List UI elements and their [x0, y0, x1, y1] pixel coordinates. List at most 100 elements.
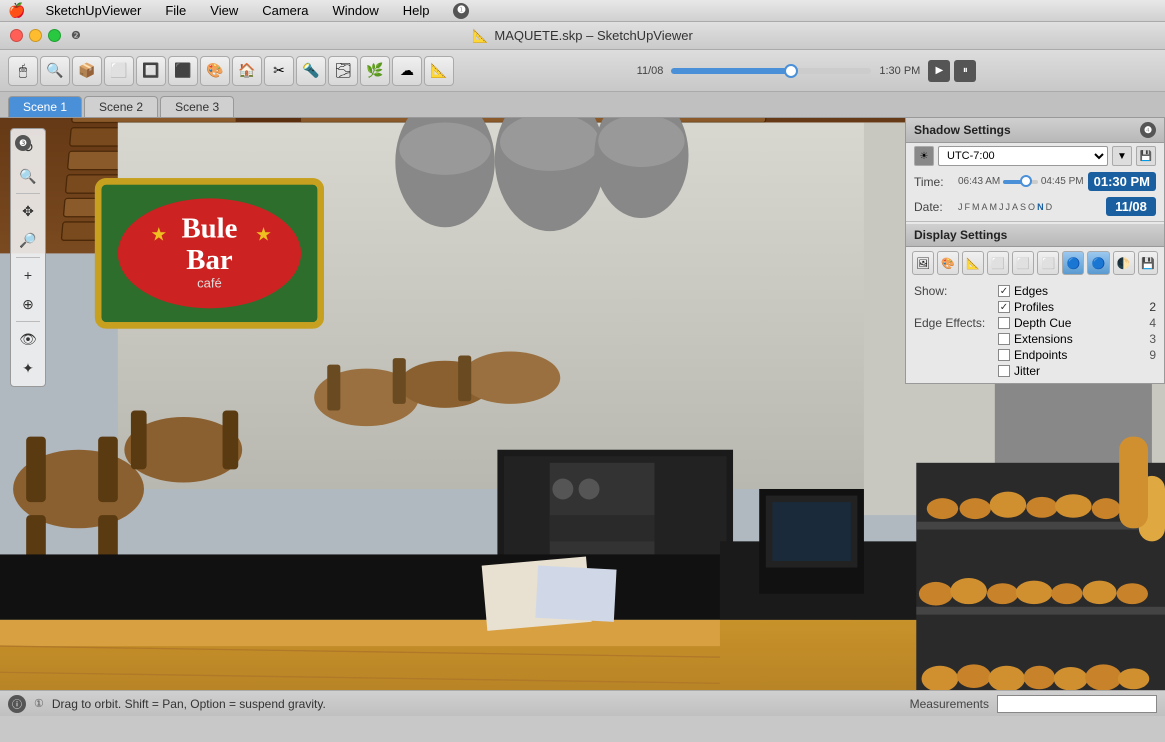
- shadow-save-btn[interactable]: 💾: [1136, 146, 1156, 166]
- depth-cue-row: Edge Effects: Depth Cue 4: [914, 315, 1156, 331]
- display-btn-4[interactable]: ⬜: [1012, 251, 1034, 275]
- shadow-settings-title: Shadow Settings: [914, 123, 1011, 137]
- help-badge-icon: ❶: [453, 3, 469, 19]
- status-bar: ⓘ ① Drag to orbit. Shift = Pan, Option =…: [0, 690, 1165, 716]
- pause-button[interactable]: ⏸: [954, 60, 976, 82]
- shadow-settings-header: Shadow Settings ❹: [906, 118, 1164, 143]
- tool-solid[interactable]: ⬛: [168, 56, 198, 86]
- timezone-select[interactable]: UTC-7:00: [938, 146, 1108, 166]
- timeline-bar[interactable]: [671, 68, 871, 74]
- timeline-handle[interactable]: [784, 64, 798, 78]
- menu-file[interactable]: File: [161, 3, 190, 18]
- display-save-btn[interactable]: 💾: [1138, 251, 1158, 275]
- date-slider[interactable]: J F M A M J J A S O N D: [958, 202, 1102, 212]
- display-btn-2[interactable]: 📐: [962, 251, 984, 275]
- left-toolbar: ↻ ❸ 🔍 ✥ 🔎 + ⊕ 👁 ✦: [10, 128, 46, 387]
- time-slider-thumb[interactable]: [1020, 175, 1032, 187]
- month-M2[interactable]: M: [990, 202, 998, 212]
- toolbar-zoom-tool[interactable]: 🔍: [13, 162, 43, 190]
- depth-cue-checkbox[interactable]: [998, 317, 1010, 329]
- month-S[interactable]: S: [1020, 202, 1026, 212]
- tool-wireframe[interactable]: 🔲: [136, 56, 166, 86]
- profiles-checkbox[interactable]: ✓: [998, 301, 1010, 313]
- toolbar-pan-tool[interactable]: ✥: [13, 197, 43, 225]
- month-J1[interactable]: J: [958, 202, 963, 212]
- window-title: 📐 MAQUETE.skp – SketchUpViewer: [472, 28, 693, 44]
- menu-window[interactable]: Window: [328, 3, 382, 18]
- display-btn-6[interactable]: 🔵: [1062, 251, 1084, 275]
- tool-shadow[interactable]: 🔦: [296, 56, 326, 86]
- tool-axes[interactable]: 📐: [424, 56, 454, 86]
- time-slider[interactable]: 06:43 AM 04:45 PM: [958, 176, 1084, 187]
- tool-home[interactable]: 🏠: [232, 56, 262, 86]
- display-btn-1[interactable]: 🎨: [937, 251, 959, 275]
- month-D[interactable]: D: [1046, 202, 1053, 212]
- svg-text:Bar: Bar: [186, 244, 233, 276]
- tool-ground[interactable]: 🌿: [360, 56, 390, 86]
- month-M1[interactable]: M: [972, 202, 980, 212]
- close-button[interactable]: [10, 29, 23, 42]
- date-value-display[interactable]: 11/08: [1106, 197, 1156, 216]
- display-btn-7[interactable]: 🔵: [1087, 251, 1109, 275]
- time-label: Time:: [914, 175, 954, 189]
- tool-sky[interactable]: ☁: [392, 56, 422, 86]
- endpoints-row: Endpoints 9: [914, 347, 1156, 363]
- month-F[interactable]: F: [965, 202, 971, 212]
- time-value-display[interactable]: 01:30 PM: [1088, 172, 1156, 191]
- month-J2[interactable]: J: [999, 202, 1004, 212]
- tool-textured[interactable]: 🎨: [200, 56, 230, 86]
- tool-section[interactable]: ✂: [264, 56, 294, 86]
- month-A2[interactable]: A: [1012, 202, 1018, 212]
- menu-camera[interactable]: Camera: [258, 3, 312, 18]
- menu-help[interactable]: Help: [399, 3, 434, 18]
- timeline-date-label: 11/08: [637, 65, 664, 77]
- menu-view[interactable]: View: [206, 3, 242, 18]
- time-slider-track[interactable]: [1003, 180, 1038, 184]
- date-row: Date: J F M A M J J A S O N D 11/08: [906, 194, 1164, 219]
- shadow-divider: [906, 221, 1164, 222]
- toolbar-eye-view[interactable]: 👁: [13, 325, 43, 353]
- svg-text:Bule: Bule: [181, 213, 237, 245]
- minimize-button[interactable]: [29, 29, 42, 42]
- depth-cue-label: Depth Cue: [1014, 316, 1071, 330]
- tool-fog[interactable]: 🌫: [328, 56, 358, 86]
- month-A1[interactable]: A: [982, 202, 988, 212]
- edges-checkbox[interactable]: ✓: [998, 285, 1010, 297]
- month-J3[interactable]: J: [1006, 202, 1011, 212]
- tool-shapes[interactable]: ⬜: [104, 56, 134, 86]
- edges-label: Edges: [1014, 284, 1048, 298]
- menu-bar: 🍎 SketchUpViewer File View Camera Window…: [0, 0, 1165, 22]
- endpoints-checkbox[interactable]: [998, 349, 1010, 361]
- scene-tab-1[interactable]: Scene 1: [8, 96, 82, 117]
- display-btn-5[interactable]: ⬜: [1037, 251, 1059, 275]
- scene-tab-2[interactable]: Scene 2: [84, 96, 158, 117]
- apple-menu[interactable]: 🍎: [8, 2, 25, 19]
- edges-row: Show: ✓ Edges: [914, 283, 1156, 299]
- status-info-badge[interactable]: ⓘ: [8, 695, 26, 713]
- maximize-button[interactable]: [48, 29, 61, 42]
- toolbar-position-camera[interactable]: +: [13, 261, 43, 289]
- display-btn-3[interactable]: ⬜: [987, 251, 1009, 275]
- tool-cursor[interactable]: 🖱: [8, 56, 38, 86]
- timeline-area: 11/08 1:30 PM ▶ ⏸: [456, 60, 1157, 82]
- tool-box[interactable]: 📦: [72, 56, 102, 86]
- month-O[interactable]: O: [1028, 202, 1035, 212]
- month-N[interactable]: N: [1037, 202, 1044, 212]
- display-btn-8[interactable]: 🌓: [1113, 251, 1135, 275]
- measurements-input[interactable]: [997, 695, 1157, 713]
- extensions-checkbox[interactable]: [998, 333, 1010, 345]
- menu-sketchup[interactable]: SketchUpViewer: [41, 3, 145, 18]
- depth-cue-value: 4: [1149, 316, 1156, 330]
- jitter-checkbox[interactable]: [998, 365, 1010, 377]
- toolbar-settings[interactable]: ✦: [13, 354, 43, 382]
- tool-magnify[interactable]: 🔍: [40, 56, 70, 86]
- scene-tab-3[interactable]: Scene 3: [160, 96, 234, 117]
- toolbar-walk[interactable]: ⊕: [13, 290, 43, 318]
- time-start-label: 06:43 AM: [958, 176, 1000, 187]
- svg-text:café: café: [197, 275, 222, 290]
- jitter-label: Jitter: [1014, 364, 1040, 378]
- toolbar-zoom-extent[interactable]: 🔎: [13, 226, 43, 254]
- play-button[interactable]: ▶: [928, 60, 950, 82]
- display-btn-0[interactable]: 🖼: [912, 251, 934, 275]
- timezone-dropdown-btn[interactable]: ▼: [1112, 146, 1132, 166]
